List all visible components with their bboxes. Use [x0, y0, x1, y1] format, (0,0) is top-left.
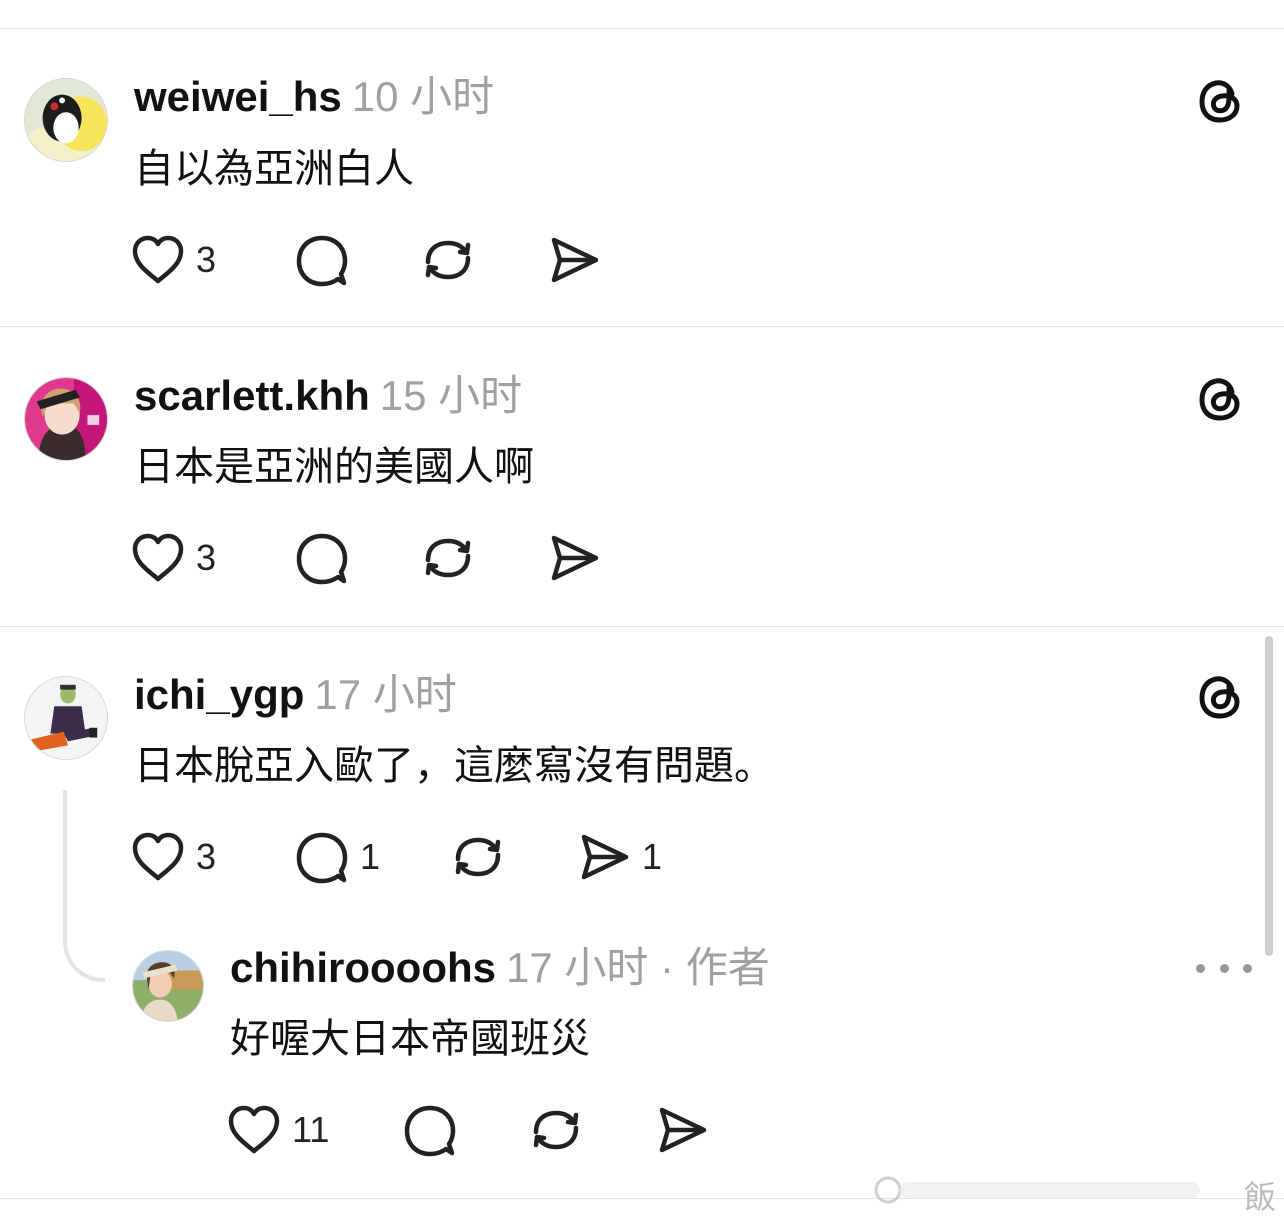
reply-text: 好喔大日本帝國班災 — [230, 1016, 590, 1062]
reply-button[interactable] — [294, 528, 350, 588]
share-button[interactable] — [546, 230, 602, 290]
timestamp: 10 小时 — [351, 73, 495, 120]
comment-bubble-icon — [296, 235, 348, 287]
comment-bubble-icon — [296, 533, 348, 585]
share-button[interactable]: 1 — [576, 827, 662, 887]
send-icon — [551, 535, 599, 581]
heart-icon — [132, 235, 184, 284]
send-icon — [659, 1107, 707, 1153]
avatar[interactable] — [24, 377, 108, 461]
share-button[interactable] — [546, 528, 602, 588]
threads-logo-icon[interactable] — [1196, 672, 1246, 722]
post-divider — [0, 626, 1284, 627]
avatar[interactable] — [24, 676, 108, 760]
repost-icon — [533, 1110, 579, 1150]
post-actions: 3 1 1 — [130, 827, 690, 887]
watermark: 飯 — [870, 1168, 1284, 1216]
avatar[interactable] — [24, 78, 108, 162]
avatar[interactable] — [132, 950, 204, 1022]
post-header: scarlett.khh 15 小时 — [134, 373, 522, 419]
heart-icon — [228, 1105, 280, 1154]
like-count: 11 — [292, 1109, 330, 1150]
timestamp: 15 小时 — [379, 372, 523, 419]
heart-icon — [132, 832, 184, 881]
timestamp: 17 小时 · 作者 — [506, 944, 770, 991]
reply-button[interactable] — [402, 1100, 458, 1160]
repost-icon — [455, 837, 501, 877]
timestamp: 17 小时 — [314, 671, 457, 718]
send-icon — [581, 834, 629, 880]
reply-header: chihiroooohs 17 小时 · 作者 — [230, 945, 770, 991]
username[interactable]: chihiroooohs — [230, 944, 496, 991]
post-divider — [0, 326, 1284, 327]
heart-icon — [132, 533, 184, 582]
reply-actions: 11 — [226, 1100, 726, 1160]
post-text: 自以為亞洲白人 — [134, 146, 414, 192]
repost-button[interactable] — [420, 230, 476, 290]
like-count: 3 — [196, 836, 217, 877]
reply-button[interactable] — [294, 230, 350, 290]
username[interactable]: scarlett.khh — [134, 372, 370, 419]
post-text: 日本是亞洲的美國人啊 — [134, 444, 534, 490]
more-dots-icon[interactable] — [1196, 958, 1252, 978]
post-text: 日本脫亞入歐了，這麼寫沒有問題。 — [134, 743, 774, 789]
threads-logo-icon[interactable] — [1196, 374, 1246, 424]
repost-icon — [425, 240, 471, 280]
top-divider — [0, 28, 1284, 29]
repost-button[interactable] — [420, 528, 476, 588]
like-button[interactable]: 3 — [130, 230, 216, 290]
watermark-text: 飯 — [1243, 1178, 1276, 1216]
comment-bubble-icon — [404, 1105, 456, 1157]
threads-logo-icon[interactable] — [1196, 76, 1246, 126]
like-count: 3 — [196, 239, 217, 280]
share-button[interactable] — [654, 1100, 710, 1160]
send-icon — [551, 237, 599, 283]
post-actions: 3 — [130, 528, 610, 588]
like-button[interactable]: 3 — [130, 528, 216, 588]
username[interactable]: weiwei_hs — [134, 73, 342, 120]
username[interactable]: ichi_ygp — [134, 671, 304, 718]
thread-connector-line — [63, 790, 105, 982]
scrollbar[interactable] — [1265, 636, 1273, 956]
watermark-bar-icon — [874, 1176, 1200, 1204]
like-button[interactable]: 3 — [130, 827, 216, 887]
post-header: ichi_ygp 17 小时 — [134, 672, 457, 718]
reply-button[interactable]: 1 — [294, 827, 380, 887]
share-count: 1 — [642, 836, 663, 877]
like-count: 3 — [196, 537, 217, 578]
post-header: weiwei_hs 10 小时 — [134, 74, 494, 120]
repost-button[interactable] — [450, 827, 506, 887]
repost-button[interactable] — [528, 1100, 584, 1160]
comment-bubble-icon — [296, 832, 348, 884]
reply-count: 1 — [360, 836, 381, 877]
repost-icon — [425, 538, 471, 578]
post-actions: 3 — [130, 230, 610, 290]
like-button[interactable]: 11 — [226, 1100, 329, 1160]
